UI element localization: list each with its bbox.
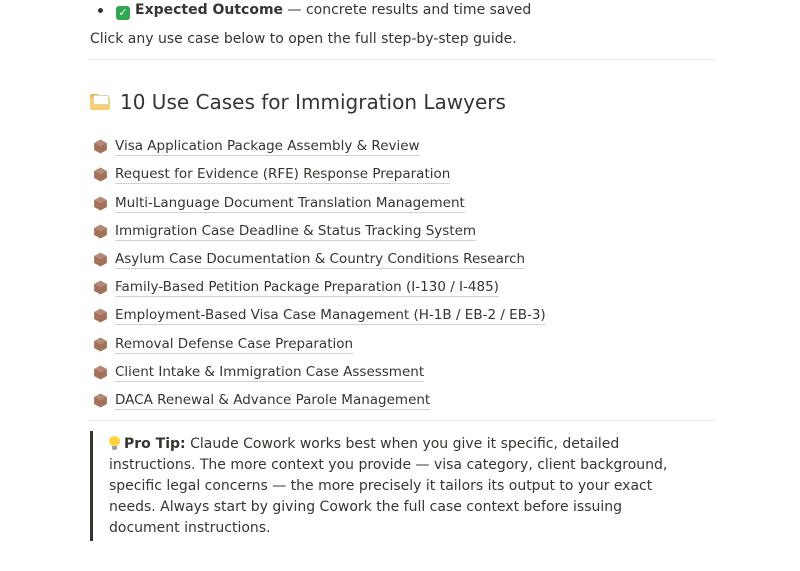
- check-mark-icon: ✓: [116, 6, 130, 20]
- list-item: ✓ Expected Outcome — concrete results and…: [90, 0, 716, 20]
- use-case-item: Multi-Language Document Translation Mana…: [90, 189, 716, 217]
- use-case-link[interactable]: Family-Based Petition Package Preparatio…: [115, 278, 499, 298]
- use-case-list: Visa Application Package Assembly & Revi…: [90, 133, 716, 415]
- use-case-link[interactable]: Request for Evidence (RFE) Response Prep…: [115, 165, 451, 185]
- pro-tip-callout: Pro Tip: Claude Cowork works best when y…: [90, 431, 716, 542]
- bullet-label: Expected Outcome: [135, 2, 284, 18]
- tip-label: Pro Tip:: [124, 436, 186, 453]
- hexagon-icon: [94, 224, 107, 239]
- use-case-link[interactable]: Client Intake & Immigration Case Assessm…: [115, 363, 425, 382]
- use-case-link[interactable]: Employment-Based Visa Case Management (H…: [115, 306, 546, 326]
- folder-icon: [90, 94, 110, 110]
- hexagon-icon: [94, 393, 107, 408]
- use-case-item: Request for Evidence (RFE) Response Prep…: [90, 161, 716, 189]
- hexagon-icon: [94, 196, 107, 211]
- use-case-link[interactable]: Asylum Case Documentation & Country Cond…: [115, 250, 526, 269]
- page-content: ✓ Expected Outcome — concrete results and…: [90, 0, 716, 542]
- hexagon-icon: [94, 365, 107, 380]
- criteria-list: ✓ Expected Outcome — concrete results and…: [90, 0, 716, 20]
- use-case-link[interactable]: Visa Application Package Assembly & Revi…: [115, 137, 420, 157]
- bullet-dot: [98, 8, 103, 13]
- use-case-item: Family-Based Petition Package Preparatio…: [90, 274, 716, 302]
- use-case-item: Immigration Case Deadline & Status Track…: [90, 217, 716, 245]
- tip-text: Claude Cowork works best when you give i…: [109, 436, 668, 537]
- bullet-text: — concrete results and time saved: [283, 2, 532, 18]
- use-case-item: Asylum Case Documentation & Country Cond…: [90, 245, 716, 273]
- hexagon-icon: [94, 252, 107, 267]
- use-case-item: Removal Defense Case Preparation: [90, 330, 716, 358]
- hexagon-icon: [94, 336, 107, 352]
- use-case-link[interactable]: DACA Renewal & Advance Parole Management: [115, 391, 431, 410]
- use-case-item: Visa Application Package Assembly & Revi…: [90, 133, 716, 161]
- hexagon-icon: [94, 280, 107, 295]
- use-case-item: Employment-Based Visa Case Management (H…: [90, 302, 716, 330]
- use-case-link[interactable]: Multi-Language Document Translation Mana…: [115, 194, 465, 213]
- instruction-text: Click any use case below to open the ful…: [90, 31, 517, 47]
- divider: [90, 420, 716, 422]
- divider: [90, 59, 716, 60]
- use-case-link[interactable]: Immigration Case Deadline & Status Track…: [115, 222, 477, 241]
- light-bulb-icon: [109, 436, 120, 451]
- hexagon-icon: [94, 167, 107, 182]
- use-case-item: Client Intake & Immigration Case Assessm…: [90, 358, 716, 386]
- hexagon-icon: [94, 308, 107, 323]
- use-case-link[interactable]: Removal Defense Case Preparation: [115, 335, 354, 354]
- hexagon-icon: [94, 139, 107, 154]
- use-case-item: DACA Renewal & Advance Parole Management: [90, 386, 716, 414]
- section-title: 10 Use Cases for Immigration Lawyers: [120, 90, 506, 114]
- section-heading: 10 Use Cases for Immigration Lawyers: [90, 88, 716, 116]
